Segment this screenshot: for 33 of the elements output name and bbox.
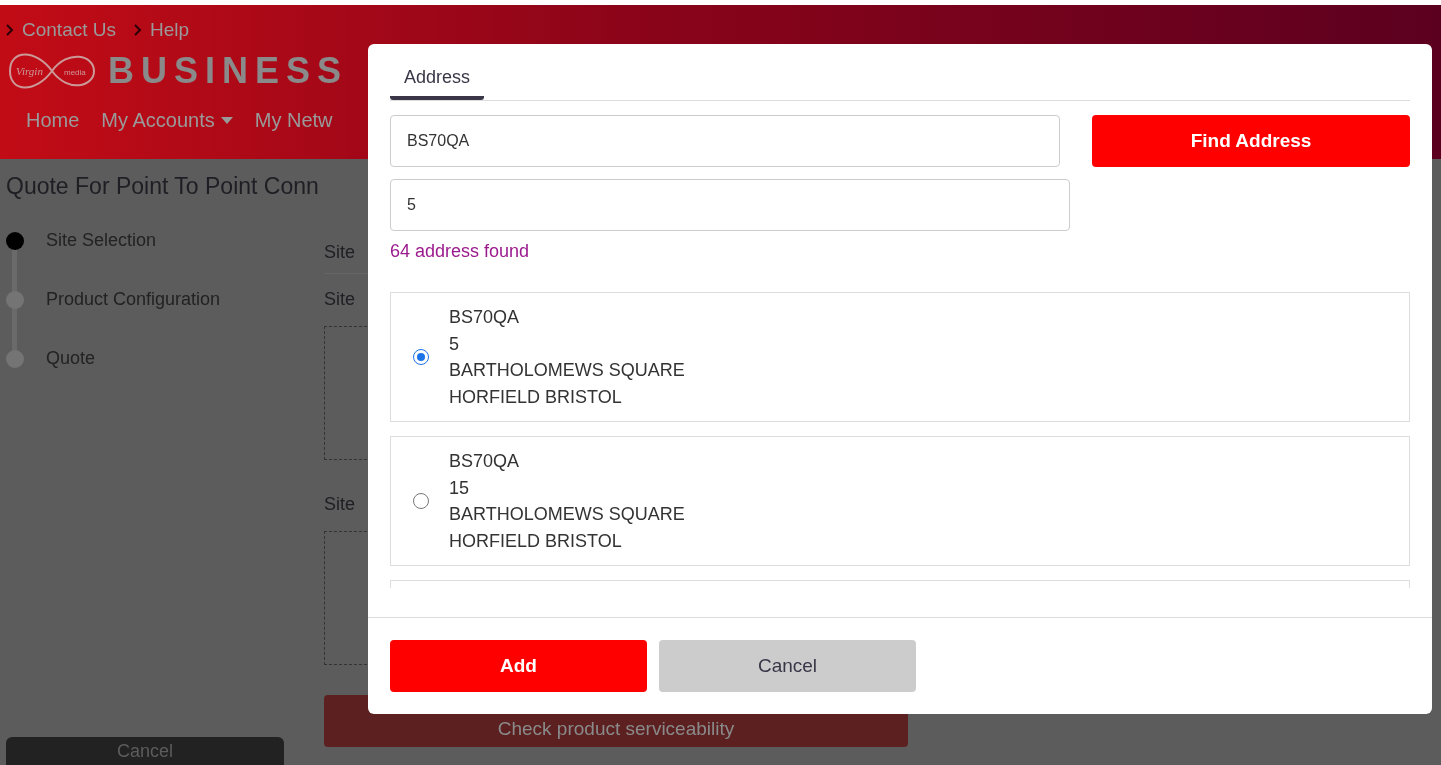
address-line: HORFIELD BRISTOL	[449, 529, 623, 553]
address-line: HORFIELD BRISTOL	[449, 385, 623, 409]
result-count: 64 address found	[390, 241, 531, 262]
find-address-button[interactable]: Find Address	[1092, 115, 1410, 167]
chevron-icon	[134, 24, 142, 36]
section-label: Site	[324, 289, 356, 310]
address-line: BS70QA	[449, 450, 521, 473]
nav-link[interactable]: My Netw	[254, 109, 333, 132]
tab[interactable]: Address	[390, 64, 485, 100]
address-line: BARTHOLOMEWS SQUARE	[449, 503, 685, 526]
address-line: 5	[449, 332, 460, 356]
address-option[interactable]: BS70QA 15 BARTHOLOMEWS SQUARE HORFIELD BRISTOL	[390, 436, 1410, 566]
step-label[interactable]: Quote	[46, 348, 96, 369]
section-label: Site	[324, 494, 356, 515]
address-option[interactable]: BS70QA 5 BARTHOLOMEWS SQUARE HORFIELD BRISTOL	[390, 292, 1410, 422]
house-number-field[interactable]: 5	[390, 179, 1070, 231]
address-line: BARTHOLOMEWS SQUARE	[449, 359, 685, 382]
add-button[interactable]: Add	[390, 640, 647, 692]
address-line: BS70QA	[449, 306, 521, 329]
step-label[interactable]: Site Selection	[46, 230, 157, 251]
nav-link[interactable]: My Accounts	[101, 109, 233, 132]
address-line: 15	[449, 476, 471, 500]
cancel-button[interactable]: Cancel	[6, 737, 284, 765]
header-link[interactable]: Help	[134, 19, 190, 41]
brand-wordmark: BUSINESS	[108, 50, 349, 92]
chevron-icon	[6, 24, 14, 36]
cancel-button[interactable]: Cancel	[659, 640, 916, 692]
page-title: Quote For Point To Point Conn	[6, 173, 320, 200]
step-label[interactable]: Product Configuration	[46, 289, 221, 310]
section-label: Site	[324, 242, 356, 263]
postcode-field[interactable]: BS70QA	[390, 115, 1060, 167]
header-link[interactable]: Contact Us	[6, 19, 116, 41]
nav-link[interactable]: Home	[26, 109, 80, 132]
